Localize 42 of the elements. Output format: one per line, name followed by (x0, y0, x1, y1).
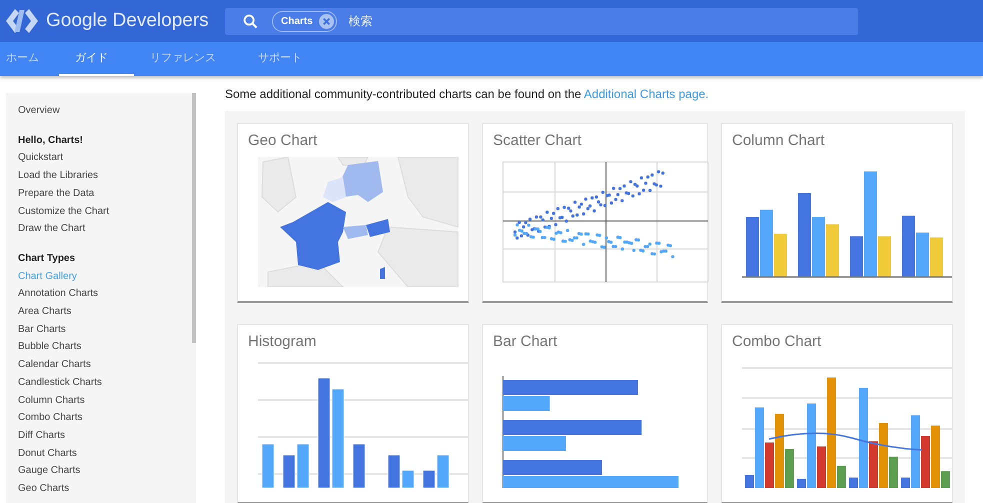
card-title: Combo Chart (732, 333, 822, 350)
sidebar-heading: Hello, Charts! (18, 134, 84, 148)
sidebar-link[interactable]: Geo Charts (18, 480, 196, 498)
sidebar-link[interactable]: Diff Charts (18, 426, 196, 445)
sidebar-link[interactable]: Overview (18, 102, 196, 120)
sidebar-link[interactable]: Annotation Charts (18, 285, 196, 304)
chart-card[interactable]: Geo Chart (237, 123, 469, 303)
chart-card[interactable]: Histogram (237, 324, 469, 503)
sidebar-link[interactable]: Load the Libraries (18, 167, 196, 185)
chart-card[interactable]: Column Chart (721, 123, 953, 303)
sidebar-link[interactable]: Column Charts (18, 392, 196, 410)
sidebar-link[interactable]: Prepare the Data (18, 184, 196, 203)
sidebar-link[interactable]: Candlestick Charts (18, 374, 196, 392)
logo-text: Google Developers (46, 10, 209, 32)
sidebar-link[interactable]: Gauge Charts (18, 462, 196, 480)
chart-card[interactable]: Combo Chart (721, 324, 953, 503)
card-title: Bar Chart (493, 333, 558, 350)
sidebar-link[interactable]: Combo Charts (18, 409, 196, 427)
card-title: Column Chart (732, 132, 826, 149)
sidebar-link[interactable]: Calendar Charts (18, 356, 196, 374)
sidebar-link[interactable]: Area Charts (18, 303, 196, 321)
search-chip[interactable]: Charts (272, 10, 337, 32)
nav-tab[interactable]: ガイド (59, 42, 134, 76)
scrollbar[interactable] (192, 93, 196, 343)
chart-card[interactable]: Scatter Chart (482, 123, 708, 303)
card-title: Scatter Chart (493, 132, 582, 149)
search-field[interactable]: Charts 検索 (225, 8, 858, 34)
card-title: Geo Chart (248, 132, 318, 149)
logo-icon (6, 7, 38, 35)
sidebar-link[interactable]: Draw the Chart (18, 220, 196, 238)
sidebar-link[interactable]: Donut Charts (18, 444, 196, 462)
sidebar-link[interactable]: Bubble Charts (18, 338, 196, 356)
sidebar-link[interactable]: Bar Charts (18, 320, 196, 338)
close-icon[interactable] (318, 14, 334, 28)
sidebar-link[interactable]: Customize the Chart (18, 202, 196, 220)
sidebar-heading: Chart Types (18, 252, 76, 266)
search-icon (243, 14, 258, 28)
search-input[interactable]: 検索 (346, 13, 858, 29)
chart-card[interactable]: Bar Chart (482, 324, 708, 503)
intro-text: Some additional community-contributed charts can be found on the Additional Charts page. (225, 86, 710, 103)
sidebar-link[interactable]: Quickstart (18, 149, 196, 168)
card-title: Histogram (248, 333, 318, 350)
